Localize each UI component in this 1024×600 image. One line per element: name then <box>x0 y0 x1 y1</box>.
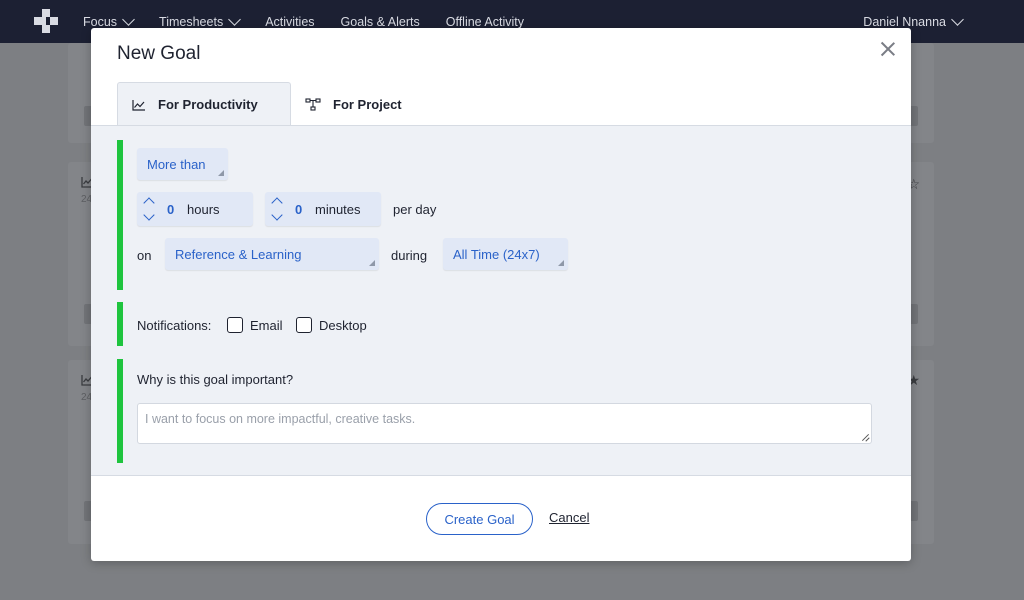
during-label: during <box>391 248 428 263</box>
textarea-placeholder: I want to focus on more impactful, creat… <box>145 412 416 426</box>
email-checkbox[interactable] <box>227 317 243 333</box>
dropdown-corner-icon <box>218 170 224 176</box>
project-tree-icon <box>305 97 321 111</box>
goal-criteria-section <box>117 140 123 290</box>
cancel-button[interactable]: Cancel <box>549 510 589 525</box>
nav-item-goals-alerts[interactable]: Goals & Alerts <box>341 15 420 29</box>
desktop-checkbox[interactable] <box>296 317 312 333</box>
tab-label: For Project <box>333 96 402 112</box>
desktop-checkbox-label[interactable]: Desktop <box>319 318 367 333</box>
chevron-down-icon[interactable] <box>143 209 155 221</box>
on-label: on <box>137 248 152 263</box>
goal-reason-textarea[interactable]: I want to focus on more impactful, creat… <box>137 403 872 444</box>
app-logo-icon[interactable] <box>33 8 59 34</box>
hours-stepper[interactable]: 0 hours <box>137 192 253 226</box>
close-icon[interactable] <box>879 40 897 58</box>
nav-item-timesheets[interactable]: Timesheets <box>159 12 242 29</box>
nav-item-label: Focus <box>83 14 118 29</box>
stepper-arrows <box>141 192 159 226</box>
chevron-up-icon[interactable] <box>143 197 155 209</box>
chevron-down-icon <box>951 12 964 26</box>
why-important-label: Why is this goal important? <box>137 372 294 387</box>
time-period-value: All Time (24x7) <box>453 246 540 262</box>
modal-title: New Goal <box>117 43 201 64</box>
resize-handle-icon[interactable] <box>861 433 869 441</box>
nav-item-focus[interactable]: Focus <box>83 12 135 29</box>
category-value: Reference & Learning <box>175 246 302 262</box>
chevron-up-icon[interactable] <box>271 197 283 209</box>
tab-for-productivity[interactable]: For Productivity <box>117 82 291 126</box>
hours-value[interactable]: 0 <box>167 202 187 217</box>
notifications-section <box>117 302 123 346</box>
goal-type-tabs: For Productivity For Project <box>117 82 418 126</box>
nav-item-label: Goals & Alerts <box>340 14 420 29</box>
dropdown-corner-icon <box>369 260 375 266</box>
stepper-arrows <box>269 192 287 226</box>
tab-label: For Productivity <box>158 97 258 112</box>
chevron-down-icon <box>228 12 242 26</box>
chevron-down-icon <box>122 12 135 26</box>
nav-item-label: Activities <box>265 14 315 29</box>
nav-item-offline-activity[interactable]: Offline Activity <box>446 15 524 29</box>
new-goal-modal: New Goal For Productivity For Project Mo… <box>91 28 911 561</box>
line-chart-icon <box>132 99 145 111</box>
tab-for-project[interactable]: For Project <box>291 82 418 126</box>
create-goal-button[interactable]: Create Goal <box>426 503 533 535</box>
time-period-select[interactable]: All Time (24x7) <box>443 238 568 270</box>
per-day-label: per day <box>393 202 437 217</box>
user-name: Daniel Nnanna <box>863 14 946 29</box>
nav-item-activities[interactable]: Activities <box>265 15 314 29</box>
comparison-select[interactable]: More than <box>137 148 228 180</box>
category-select[interactable]: Reference & Learning <box>165 238 379 270</box>
chevron-down-icon[interactable] <box>271 209 283 221</box>
minutes-stepper[interactable]: 0 minutes <box>265 192 381 226</box>
nav-item-label: Timesheets <box>159 14 224 29</box>
email-checkbox-label[interactable]: Email <box>250 318 283 333</box>
hours-unit-label: hours <box>187 201 220 217</box>
comparison-value: More than <box>147 156 206 172</box>
minutes-unit-label: minutes <box>315 201 361 217</box>
nav-item-label: Offline Activity <box>445 14 525 29</box>
goal-reason-section <box>117 359 123 463</box>
notifications-label: Notifications: <box>137 318 212 333</box>
dropdown-corner-icon <box>558 260 564 266</box>
minutes-value[interactable]: 0 <box>295 202 315 217</box>
